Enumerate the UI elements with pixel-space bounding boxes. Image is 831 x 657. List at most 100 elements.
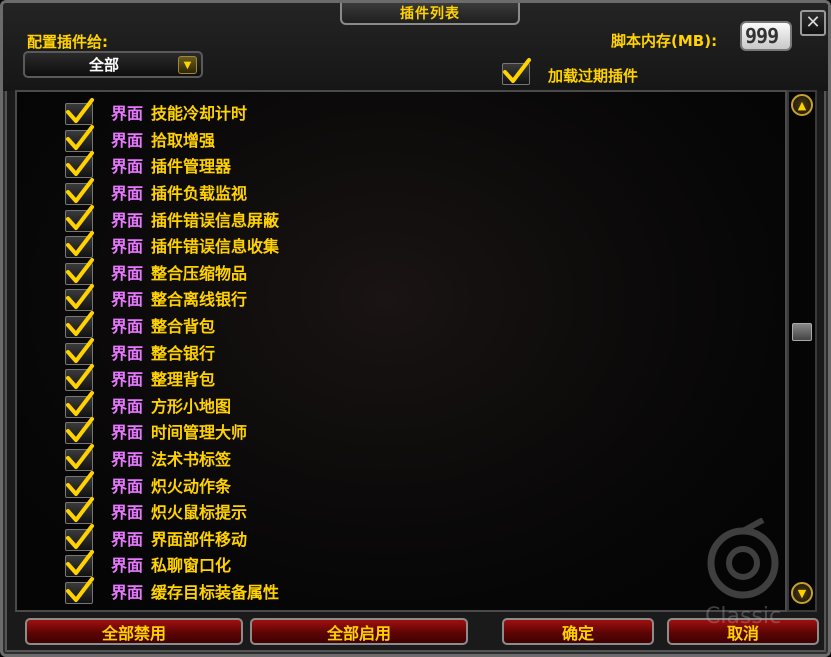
enable-all-button[interactable]: 全部启用: [250, 618, 468, 645]
checkmark-icon: [66, 284, 94, 310]
close-icon: ✕: [805, 12, 821, 33]
checkmark-icon: [66, 470, 94, 496]
addon-category: 界面: [111, 210, 144, 230]
checkmark-icon: [66, 497, 94, 523]
addon-checkbox[interactable]: [63, 284, 95, 312]
addon-row[interactable]: 界面 拾取增强: [63, 124, 279, 153]
addon-name: 方形小地图: [151, 396, 232, 416]
checkmark-icon: [66, 124, 94, 150]
addon-checkbox[interactable]: [63, 231, 95, 259]
checkmark-icon: [66, 257, 94, 283]
addon-name: 整合压缩物品: [151, 263, 248, 283]
checkmark-icon: [66, 231, 94, 257]
addon-name: 整合背包: [151, 317, 216, 337]
addon-checkbox[interactable]: [63, 523, 95, 551]
addon-row[interactable]: 界面 技能冷却计时: [63, 98, 279, 126]
addon-row[interactable]: 界面 整合背包: [63, 311, 279, 339]
addon-category: 界面: [111, 104, 144, 124]
addon-checkbox[interactable]: [63, 364, 95, 392]
addon-row[interactable]: 界面 插件错误信息收集: [63, 231, 280, 259]
addon-category: 界面: [111, 157, 144, 177]
checkmark-icon: [66, 204, 94, 230]
addon-checkbox[interactable]: [63, 497, 95, 525]
addon-checkbox[interactable]: [63, 311, 95, 339]
addon-name: 整合离线银行: [151, 290, 248, 310]
ok-button[interactable]: 确定: [502, 618, 654, 645]
addon-category: 界面: [111, 370, 144, 390]
addon-category: 界面: [111, 503, 144, 523]
addon-row[interactable]: 界面 界面部件移动: [63, 523, 279, 552]
addon-row[interactable]: 界面 炽火鼠标提示: [63, 497, 279, 525]
checkmark-icon: [66, 417, 94, 443]
load-outdated-label: 加载过期插件: [548, 67, 639, 85]
addon-row[interactable]: 界面 缓存目标装备属性: [63, 576, 280, 605]
addon-checkbox[interactable]: [63, 204, 95, 232]
addon-checkbox[interactable]: [63, 390, 95, 418]
checkmark-icon: [66, 311, 94, 337]
addon-row[interactable]: 界面 时间管理大师: [63, 417, 279, 445]
addon-name: 时间管理大师: [151, 423, 248, 443]
addon-name: 界面部件移动: [151, 529, 248, 549]
addon-checkbox[interactable]: [63, 550, 95, 578]
addon-category: 界面: [111, 263, 144, 283]
addon-name: 炽火动作条: [151, 476, 232, 496]
addon-row[interactable]: 界面 私聊窗口化: [63, 550, 279, 578]
scroll-up-button[interactable]: ▲: [791, 94, 813, 116]
addon-name: 拾取增强: [151, 130, 216, 150]
addon-name: 炽火鼠标提示: [151, 503, 248, 523]
checkmark-icon: [66, 550, 94, 576]
addon-checkbox[interactable]: [63, 417, 95, 445]
addon-checkbox[interactable]: [63, 124, 95, 152]
checkmark-icon: [66, 444, 94, 470]
addon-category: 界面: [111, 556, 144, 576]
addon-checkbox[interactable]: [63, 470, 95, 498]
checkmark-icon: [66, 364, 94, 390]
addon-category: 界面: [111, 237, 144, 257]
addon-checkbox[interactable]: [63, 257, 95, 285]
config-dropdown[interactable]: 全部 ▼: [23, 51, 203, 78]
addon-category: 界面: [111, 582, 144, 602]
addon-category: 界面: [111, 423, 144, 443]
addon-category: 界面: [111, 343, 144, 363]
addon-checkbox[interactable]: [63, 444, 95, 472]
addon-name: 插件错误信息屏蔽: [151, 210, 280, 230]
addon-row[interactable]: 界面 整理背包: [63, 364, 279, 392]
config-dropdown-value: 全部: [88, 56, 119, 74]
addon-row[interactable]: 界面 插件负载监视: [63, 178, 279, 206]
addon-checkbox[interactable]: [63, 98, 95, 126]
addon-row[interactable]: 界面 整合离线银行: [63, 284, 279, 312]
addon-row[interactable]: 界面 插件错误信息屏蔽: [63, 204, 280, 232]
addon-row[interactable]: 界面 整合压缩物品: [63, 257, 279, 286]
addon-category: 界面: [111, 130, 144, 150]
addon-category: 界面: [111, 450, 144, 470]
checkmark-icon: [66, 337, 94, 363]
load-outdated-checkbox[interactable]: [500, 58, 532, 85]
config-label: 配置插件给:: [27, 33, 108, 51]
addon-category: 界面: [111, 184, 144, 204]
addon-row[interactable]: 界面 方形小地图: [63, 390, 279, 419]
checkmark-icon: [66, 98, 94, 124]
close-button[interactable]: ✕: [800, 10, 826, 36]
addon-row[interactable]: 界面 法术书标签: [63, 444, 279, 472]
addon-checkbox[interactable]: [63, 337, 95, 365]
addon-name: 插件错误信息收集: [151, 237, 280, 257]
scroll-thumb[interactable]: [792, 323, 812, 341]
watermark-text: Classic: [705, 604, 781, 629]
checkmark-icon: [66, 178, 94, 204]
addon-list: 界面 技能冷却计时 界面 拾取增强 界面 插件管理器 界面 插件负载监视 界面 插件错误信息屏蔽界…: [63, 98, 280, 605]
chevron-down-icon[interactable]: ▼: [178, 56, 197, 74]
addon-checkbox[interactable]: [63, 151, 95, 179]
memory-input[interactable]: 999: [740, 21, 792, 51]
checkmark-icon: [66, 390, 94, 416]
addon-row[interactable]: 界面 插件管理器: [63, 151, 279, 179]
addon-checkbox[interactable]: [63, 178, 95, 206]
disable-all-button[interactable]: 全部禁用: [25, 618, 243, 645]
addon-row[interactable]: 界面 炽火动作条: [63, 470, 279, 498]
addon-row[interactable]: 界面 整合银行: [63, 337, 279, 365]
checkmark-icon: [503, 58, 531, 83]
addon-checkbox[interactable]: [63, 576, 95, 604]
addon-name: 技能冷却计时: [151, 104, 248, 124]
addon-category: 界面: [111, 476, 144, 496]
addon-name: 缓存目标装备属性: [151, 582, 280, 602]
addon-list-window: 插件列表 ✕ 配置插件给: 全部 ▼ 脚本内存(MB): 999 加载过期插件 …: [0, 0, 831, 657]
